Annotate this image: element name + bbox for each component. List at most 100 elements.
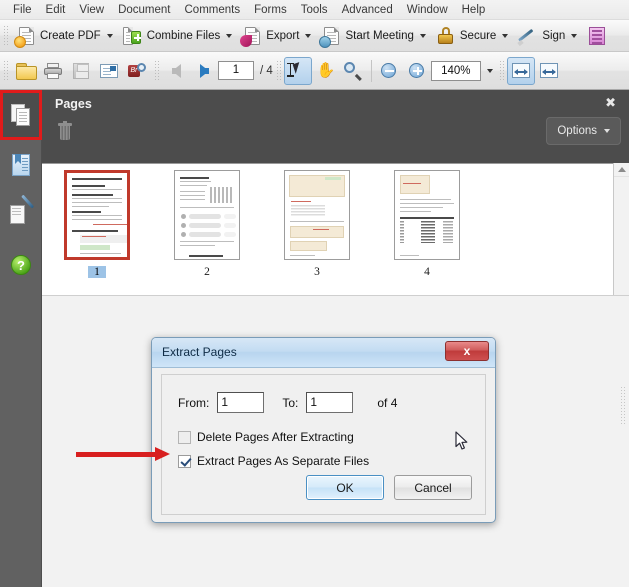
thumbnail-page-4[interactable]: 4 — [372, 164, 482, 295]
lock-icon — [436, 26, 456, 46]
options-button[interactable]: Options — [546, 117, 621, 145]
close-icon[interactable]: x — [445, 341, 489, 361]
close-icon[interactable]: ✖ — [605, 96, 616, 109]
create-pdf-icon — [14, 26, 36, 48]
acrobat-window: File Edit View Document Comments Forms T… — [0, 0, 629, 587]
signatures-panel-icon — [10, 194, 35, 226]
pen-icon — [517, 26, 538, 46]
page-title: Pages — [55, 97, 92, 111]
bridge-button[interactable]: Br — [123, 57, 151, 85]
chevron-down-icon — [502, 33, 509, 38]
menu-item-comments[interactable]: Comments — [178, 2, 248, 18]
menu-item-advanced[interactable]: Advanced — [335, 2, 400, 18]
dialog-body: From: 1 To: 1 of 4 Delete Pages After Ex… — [161, 374, 486, 515]
toolbar-grip[interactable] — [154, 59, 160, 82]
menu-item-tools[interactable]: Tools — [294, 2, 335, 18]
zoom-in-button[interactable] — [403, 57, 431, 85]
email-button[interactable] — [95, 57, 123, 85]
menu-item-file[interactable]: File — [6, 2, 39, 18]
options-label: Options — [557, 125, 597, 137]
thumbnail-page-3[interactable]: 3 — [262, 164, 372, 295]
main-toolbar: Create PDF Combine Files Export Start Me… — [0, 20, 629, 52]
thumbnail-scrollbar[interactable] — [613, 163, 629, 295]
start-meeting-icon — [319, 26, 341, 48]
sidebar-item-pages[interactable] — [0, 90, 42, 140]
ok-button[interactable]: OK — [306, 475, 384, 500]
menu-bar: File Edit View Document Comments Forms T… — [0, 0, 629, 20]
sidebar-item-bookmarks[interactable] — [0, 140, 42, 190]
navigation-toolbar: Br 1 / 4 ✋ 140% — [0, 52, 629, 90]
page-thumbnail-strip[interactable]: 1 2 3 4 — [42, 163, 629, 295]
toolbar-grip[interactable] — [498, 59, 505, 82]
menu-item-forms[interactable]: Forms — [247, 2, 294, 18]
from-input[interactable]: 1 — [217, 392, 265, 413]
thumbnail-page-2[interactable]: 2 — [152, 164, 262, 295]
select-tool-button[interactable] — [283, 56, 312, 85]
next-page-icon — [199, 63, 209, 78]
bookmarks-panel-icon — [11, 154, 31, 176]
previous-page-button[interactable] — [162, 57, 190, 85]
cancel-button[interactable]: Cancel — [394, 475, 472, 500]
export-icon — [240, 26, 262, 47]
bridge-search-icon: Br — [128, 63, 146, 78]
fit-page-button[interactable] — [535, 57, 563, 85]
create-pdf-button[interactable]: Create PDF — [11, 23, 118, 49]
print-button[interactable] — [39, 57, 67, 85]
menu-item-document[interactable]: Document — [111, 2, 177, 18]
to-input[interactable]: 1 — [306, 392, 354, 413]
export-button[interactable]: Export — [237, 23, 316, 49]
trash-icon[interactable] — [58, 121, 72, 140]
scroll-up-arrow-icon[interactable] — [614, 163, 629, 177]
sidebar-item-signatures[interactable] — [0, 190, 42, 240]
chevron-down-icon — [226, 33, 233, 38]
menu-item-help[interactable]: Help — [455, 2, 493, 18]
start-meeting-button[interactable]: Start Meeting — [316, 23, 430, 49]
separate-files-checkbox-row[interactable]: Extract Pages As Separate Files — [178, 454, 369, 468]
forms-button[interactable] — [582, 23, 612, 49]
sign-button[interactable]: Sign — [513, 23, 582, 49]
separate-files-checkbox[interactable] — [178, 454, 191, 468]
extract-pages-dialog: Extract Pages x From: 1 To: 1 of 4 Delet… — [151, 337, 496, 523]
dialog-title: Extract Pages — [162, 345, 237, 359]
marquee-zoom-button[interactable] — [340, 57, 368, 85]
secure-label: Secure — [459, 29, 497, 42]
menu-item-window[interactable]: Window — [400, 2, 455, 18]
toolbar-grip[interactable] — [3, 59, 9, 82]
print-icon — [44, 62, 62, 79]
panel-resize-grip[interactable] — [620, 386, 626, 426]
zoom-out-icon — [381, 63, 397, 78]
annotation-arrow-icon — [76, 447, 170, 461]
open-file-button[interactable] — [11, 57, 39, 85]
toolbar-separator — [370, 59, 372, 82]
dialog-titlebar: Extract Pages x — [152, 338, 495, 368]
zoom-level-input[interactable]: 140% — [430, 60, 481, 81]
secure-button[interactable]: Secure — [431, 23, 513, 49]
sign-label: Sign — [542, 29, 566, 42]
hand-tool-button[interactable]: ✋ — [312, 57, 340, 85]
zoom-out-button[interactable] — [375, 57, 403, 85]
delete-pages-checkbox-row[interactable]: Delete Pages After Extracting — [178, 430, 354, 444]
fit-page-icon — [539, 62, 559, 79]
combine-files-button[interactable]: Combine Files — [118, 23, 238, 49]
page-number-input[interactable]: 1 — [218, 61, 254, 80]
delete-pages-checkbox[interactable] — [178, 430, 191, 444]
open-folder-icon — [15, 63, 37, 80]
hand-tool-icon: ✋ — [316, 62, 336, 79]
sidebar-item-help[interactable]: ? — [0, 240, 42, 290]
thumbnail-page-1[interactable]: 1 — [42, 164, 152, 295]
fit-width-button[interactable] — [506, 56, 535, 85]
thumbnail-image — [394, 170, 460, 260]
menu-item-edit[interactable]: Edit — [39, 2, 73, 18]
next-page-button[interactable] — [190, 57, 218, 85]
save-button[interactable] — [67, 57, 95, 85]
chevron-down-icon[interactable] — [486, 68, 493, 73]
toolbar-grip[interactable] — [3, 24, 9, 47]
toolbar-grip[interactable] — [275, 59, 282, 82]
combine-files-icon — [122, 26, 143, 46]
to-label: To: — [282, 395, 299, 410]
help-icon: ? — [11, 255, 31, 275]
page-range-row: From: 1 To: 1 of 4 — [178, 392, 397, 413]
menu-item-view[interactable]: View — [72, 2, 111, 18]
pages-panel-header: Pages ✖ Options — [42, 90, 629, 172]
save-icon — [73, 62, 89, 79]
